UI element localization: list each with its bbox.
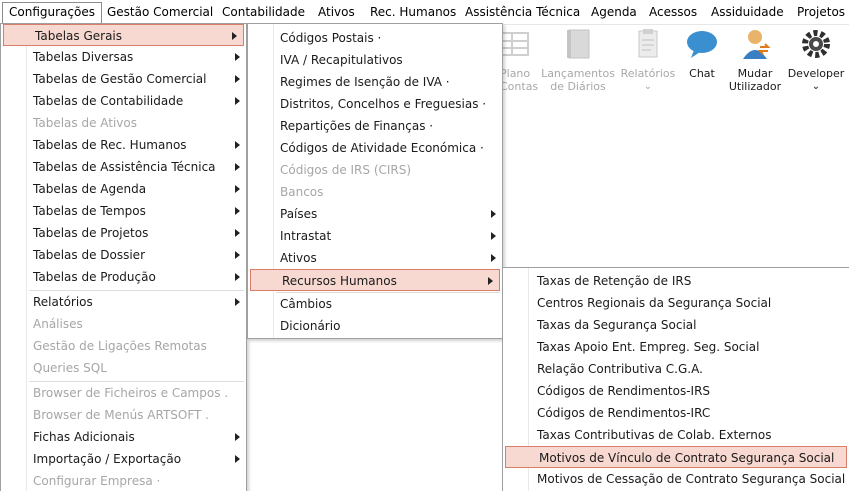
chevron-right-icon [235,207,240,215]
menu-ativos[interactable]: Ativos [312,3,361,23]
menu-agenda[interactable]: Agenda [585,3,643,23]
menu-item-regimes-isencao-iva[interactable]: Regimes de Isenção de IVA · [248,71,502,93]
menu-contabilidade[interactable]: Contabilidade [216,3,311,23]
menu-bar: Configurações Gestão Comercial Contabili… [0,0,849,25]
chevron-right-icon [235,433,240,441]
menu-item-reparticoes-financas[interactable]: Repartições de Finanças · [248,115,502,137]
menu-item-tabelas-tempos[interactable]: Tabelas de Tempos [1,200,246,222]
chevron-right-icon [235,163,240,171]
chevron-down-icon: ⌄ [643,81,653,92]
menu-item-queries-sql: Queries SQL [33,361,107,375]
menu-item-configurar-empresa: Configurar Empresa · [33,474,161,488]
menu-assiduidade[interactable]: Assiduidade [705,3,790,23]
chevron-right-icon [235,75,240,83]
menu-rec-humanos[interactable]: Rec. Humanos [364,3,462,23]
menu-item-taxas-retencao-irs[interactable]: Taxas de Retenção de IRS [503,270,849,292]
chevron-right-icon [235,273,240,281]
menu-item-tabelas-assistencia-tecnica[interactable]: Tabelas de Assistência Técnica [1,156,246,178]
report-icon [638,29,658,58]
menu-acessos[interactable]: Acessos [643,3,703,23]
tabelas-gerais-submenu: Códigos Postais · IVA / Recapitulativos … [247,23,503,339]
menu-item-analises: Análises [33,317,83,331]
menu-item-distritos-concelhos-freguesias[interactable]: Distritos, Concelhos e Freguesias · [248,93,502,115]
menu-item-relatorios[interactable]: Relatórios [1,291,246,313]
chevron-right-icon [235,229,240,237]
menu-item-cambios[interactable]: Câmbios [248,293,502,315]
chevron-right-icon [488,277,493,285]
developer-button[interactable]: Developer ⌄ [786,27,846,93]
chat-button[interactable]: Chat [682,27,722,80]
chevron-right-icon [235,53,240,61]
menu-item-codigos-atividade-economica[interactable]: Códigos de Atividade Económica · [248,137,502,159]
menu-item-centros-regionais-ss[interactable]: Centros Regionais da Segurança Social [503,292,849,314]
menu-item-paises[interactable]: Países [248,203,502,225]
menu-item-tabelas-producao[interactable]: Tabelas de Produção [1,266,246,288]
lancamentos-diarios-button[interactable]: Lançamentos de Diários [540,27,616,93]
menu-item-gestao-ligacoes-remotas: Gestão de Ligações Remotas [33,339,207,353]
grid-icon [501,32,529,56]
menu-item-tabelas-projetos[interactable]: Tabelas de Projetos [1,222,246,244]
menu-item-codigos-postais[interactable]: Códigos Postais · [248,27,502,49]
menu-item-recursos-humanos[interactable]: Recursos Humanos [250,269,500,291]
menu-assistencia-tecnica[interactable]: Assistência Técnica [459,3,586,23]
menu-item-codigos-rendimentos-irs[interactable]: Códigos de Rendimentos-IRS [503,380,849,402]
menu-item-tabelas-ativos: Tabelas de Ativos [33,116,137,130]
chevron-right-icon [235,141,240,149]
menu-configuracoes[interactable]: Configurações [2,2,102,25]
recursos-humanos-submenu: Taxas de Retenção de IRS Centros Regiona… [502,267,849,491]
menu-item-tabelas-dossier[interactable]: Tabelas de Dossier [1,244,246,266]
menu-item-fichas-adicionais[interactable]: Fichas Adicionais [1,426,246,448]
book-icon [567,29,590,59]
menu-item-taxas-contributivas-colab[interactable]: Taxas Contributivas de Colab. Externos [503,424,849,446]
chevron-right-icon [235,97,240,105]
menu-item-taxas-seguranca-social[interactable]: Taxas da Segurança Social [503,314,849,336]
menu-item-motivos-cessacao-contrato[interactable]: Motivos de Cessação de Contrato Seguranç… [503,468,849,490]
menu-item-dicionario[interactable]: Dicionário [248,315,502,337]
menu-item-browser-ficheiros: Browser de Ficheiros e Campos . [33,386,229,400]
menu-item-tabelas-rec-humanos[interactable]: Tabelas de Rec. Humanos [1,134,246,156]
chevron-right-icon [235,185,240,193]
chevron-right-icon [232,32,237,40]
menu-item-codigos-irs: Códigos de IRS (CIRS) [280,163,412,177]
chevron-down-icon: ⌄ [811,81,821,92]
menu-item-tabelas-diversas[interactable]: Tabelas Diversas [1,46,246,68]
chevron-right-icon [491,232,496,240]
menu-item-codigos-rendimentos-irc[interactable]: Códigos de Rendimentos-IRC [503,402,849,424]
gear-icon [802,30,830,58]
menu-item-taxas-apoio-ent-empreg[interactable]: Taxas Apoio Ent. Empreg. Seg. Social [503,336,849,358]
configuracoes-menu: Tabelas Gerais Tabelas Diversas Tabelas … [0,23,247,491]
menu-item-tabelas-gerais[interactable]: Tabelas Gerais [3,24,244,46]
menu-item-relacao-contributiva-cga[interactable]: Relação Contributiva C.G.A. [503,358,849,380]
chat-bubble-icon [687,31,717,58]
chevron-right-icon [235,455,240,463]
mudar-utilizador-button[interactable]: Mudar Utilizador [726,27,784,93]
menu-item-ativos[interactable]: Ativos [248,247,502,269]
menu-item-iva-recapitulativos[interactable]: IVA / Recapitulativos [248,49,502,71]
menu-item-intrastat[interactable]: Intrastat [248,225,502,247]
relatorios-button[interactable]: Relatórios ⌄ [618,27,678,93]
chevron-right-icon [491,210,496,218]
chevron-right-icon [235,298,240,306]
menu-item-tabelas-gestao-comercial[interactable]: Tabelas de Gestão Comercial [1,68,246,90]
menu-gestao-comercial[interactable]: Gestão Comercial [101,3,219,23]
menu-item-tabelas-contabilidade[interactable]: Tabelas de Contabilidade [1,90,246,112]
menu-item-browser-menus: Browser de Menús ARTSOFT . [33,408,209,422]
plano-contas-button[interactable]: Plano Contas [500,27,538,93]
chevron-right-icon [491,254,496,262]
menu-item-bancos: Bancos [280,185,324,199]
user-swap-icon [743,30,771,59]
menu-projetos[interactable]: Projetos [791,3,849,23]
menu-item-tabelas-agenda[interactable]: Tabelas de Agenda [1,178,246,200]
menu-item-importacao-exportacao[interactable]: Importação / Exportação [1,448,246,470]
chevron-right-icon [235,251,240,259]
menu-item-motivos-vinculo-contrato[interactable]: Motivos de Vínculo de Contrato Segurança… [505,446,847,468]
